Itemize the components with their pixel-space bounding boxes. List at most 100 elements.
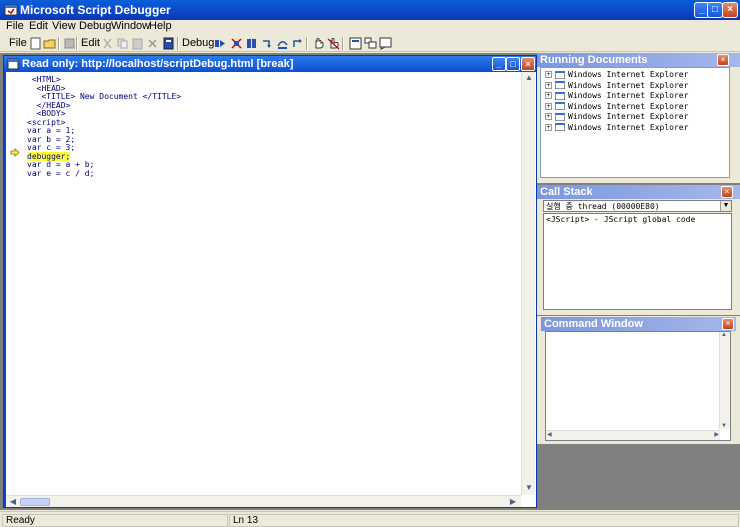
tree-node[interactable]: + Windows Internet Explorer <box>545 112 688 122</box>
menu-window[interactable]: Window <box>111 20 150 32</box>
current-code-line: debugger; <box>27 151 521 162</box>
menu-view[interactable]: View <box>52 20 76 32</box>
step-out-icon[interactable] <box>291 37 304 50</box>
tree-node[interactable]: + Windows Internet Explorer <box>545 91 688 101</box>
tree-node-label: Windows Internet Explorer <box>568 70 689 79</box>
code-line: var e = c / d; <box>27 169 95 179</box>
command-window-panel: Command Window × ▲ ▼ ◀ ▶ <box>537 316 740 444</box>
toolbar-separator <box>58 37 60 50</box>
application-icon <box>555 70 565 79</box>
editor-close-button[interactable]: × <box>521 57 535 71</box>
close-button[interactable]: × <box>722 2 738 18</box>
scroll-left-icon[interactable]: ◀ <box>7 496 19 508</box>
vertical-scrollbar[interactable]: ▲ ▼ <box>521 72 535 495</box>
call-stack-entry[interactable]: <JScript> - JScript global code <box>546 215 695 225</box>
tree-node[interactable]: + Windows Internet Explorer <box>545 102 688 112</box>
title-bar: Microsoft Script Debugger _ □ × <box>0 0 740 20</box>
application-icon <box>555 102 565 110</box>
status-line-number: Ln 13 <box>229 514 739 527</box>
expand-icon[interactable]: + <box>545 71 552 78</box>
new-file-icon[interactable] <box>29 37 42 50</box>
command-input[interactable]: ▲ ▼ ◀ ▶ <box>545 331 731 441</box>
thread-select[interactable]: 실행 중 thread (00000E80) ▼ <box>543 200 732 212</box>
scroll-right-icon[interactable]: ▶ <box>714 431 719 438</box>
break-icon[interactable] <box>230 37 243 50</box>
step-into-icon[interactable] <box>261 37 274 50</box>
toolbar-separator <box>306 37 308 50</box>
running-documents-close-icon[interactable]: × <box>717 54 729 66</box>
call-stack-list[interactable]: <JScript> - JScript global code <box>543 213 732 310</box>
toolbar-file-label: File <box>9 37 27 49</box>
application-icon <box>555 112 565 121</box>
menu-bar: File Edit View Debug Window Help <box>0 20 740 34</box>
breakpoint-gutter[interactable] <box>6 72 26 495</box>
maximize-button[interactable]: □ <box>707 2 723 18</box>
toolbar: File Edit Debug <box>0 35 740 52</box>
toolbar-edit-label: Edit <box>81 37 100 49</box>
expand-icon[interactable]: + <box>545 113 552 120</box>
delete-icon[interactable] <box>146 37 159 50</box>
call-stack-close-icon[interactable]: × <box>721 186 733 198</box>
chevron-down-icon[interactable]: ▼ <box>720 201 731 211</box>
editor-maximize-button[interactable]: □ <box>506 57 520 71</box>
expand-icon[interactable]: + <box>545 102 552 110</box>
scroll-left-icon[interactable]: ◀ <box>547 431 552 438</box>
menu-edit[interactable]: Edit <box>29 20 48 32</box>
code-line: var d = a + b; <box>27 160 95 170</box>
expand-icon[interactable]: + <box>545 123 552 131</box>
expand-icon[interactable]: + <box>545 92 552 99</box>
paste-icon[interactable] <box>131 37 144 50</box>
scroll-up-icon[interactable]: ▲ <box>523 72 535 84</box>
copy-icon[interactable] <box>116 37 129 50</box>
code-line: <HTML> <box>27 75 61 84</box>
tree-node-label: Windows Internet Explorer <box>568 91 689 100</box>
tree-node[interactable]: + Windows Internet Explorer <box>545 81 688 91</box>
command-window-close-icon[interactable]: × <box>722 318 734 330</box>
menu-help[interactable]: Help <box>149 20 172 32</box>
editor-minimize-button[interactable]: _ <box>492 57 506 71</box>
tree-node[interactable]: + Windows Internet Explorer <box>545 123 688 133</box>
menu-file[interactable]: File <box>6 20 24 32</box>
app-icon <box>4 4 18 16</box>
command-window-icon[interactable] <box>379 37 392 50</box>
editor-body: <HTML> <HEAD> <TITLE> New Document </TIT… <box>6 72 536 507</box>
application-icon <box>555 91 565 100</box>
scroll-right-icon[interactable]: ▶ <box>507 496 519 508</box>
cut-icon[interactable] <box>101 37 114 50</box>
code-line: var b = 2; <box>27 134 76 144</box>
editor-title-bar: Read only: http://localhost/scriptDebug.… <box>4 56 536 72</box>
expand-icon[interactable]: + <box>545 81 552 89</box>
tree-node-label: Windows Internet Explorer <box>568 80 689 90</box>
open-folder-icon[interactable] <box>43 37 56 50</box>
tree-node[interactable]: + Windows Internet Explorer <box>545 70 688 80</box>
application-icon <box>555 81 565 89</box>
code-line: <script> <box>27 117 66 127</box>
running-documents-icon[interactable] <box>349 37 362 50</box>
call-stack-icon[interactable] <box>364 37 377 50</box>
horizontal-scroll-thumb[interactable] <box>20 498 50 506</box>
code-line: var a = 1; <box>27 126 76 136</box>
running-documents-panel: Running Documents × + Windows Internet Ex… <box>537 53 740 183</box>
scroll-up-icon[interactable]: ▲ <box>721 332 727 338</box>
application-icon <box>555 123 565 131</box>
toggle-breakpoint-icon[interactable] <box>312 37 325 50</box>
toolbar-separator <box>342 37 344 50</box>
running-documents-title: Running Documents <box>537 53 740 67</box>
stop-debugging-icon[interactable] <box>245 37 258 50</box>
properties-icon[interactable] <box>162 37 175 50</box>
running-documents-tree[interactable]: + Windows Internet Explorer + Windows Inte… <box>540 67 730 178</box>
menu-debug[interactable]: Debug <box>79 20 111 32</box>
horizontal-scrollbar[interactable]: ◀ ▶ <box>6 495 521 507</box>
scroll-down-icon[interactable]: ▼ <box>721 423 727 429</box>
current-statement-arrow-icon <box>10 148 20 157</box>
save-icon[interactable] <box>63 37 76 50</box>
script-editor-window: Read only: http://localhost/scriptDebug.… <box>3 55 537 508</box>
command-horizontal-scrollbar[interactable]: ◀ ▶ <box>546 430 720 440</box>
toolbar-separator <box>177 37 179 50</box>
clear-breakpoints-icon[interactable] <box>327 37 340 50</box>
run-icon[interactable] <box>214 37 227 50</box>
step-over-icon[interactable] <box>276 37 289 50</box>
command-vertical-scrollbar[interactable]: ▲ ▼ <box>719 332 730 429</box>
code-area[interactable]: <HTML> <HEAD> <TITLE> New Document </TIT… <box>27 75 521 495</box>
scroll-down-icon[interactable]: ▼ <box>523 482 535 494</box>
